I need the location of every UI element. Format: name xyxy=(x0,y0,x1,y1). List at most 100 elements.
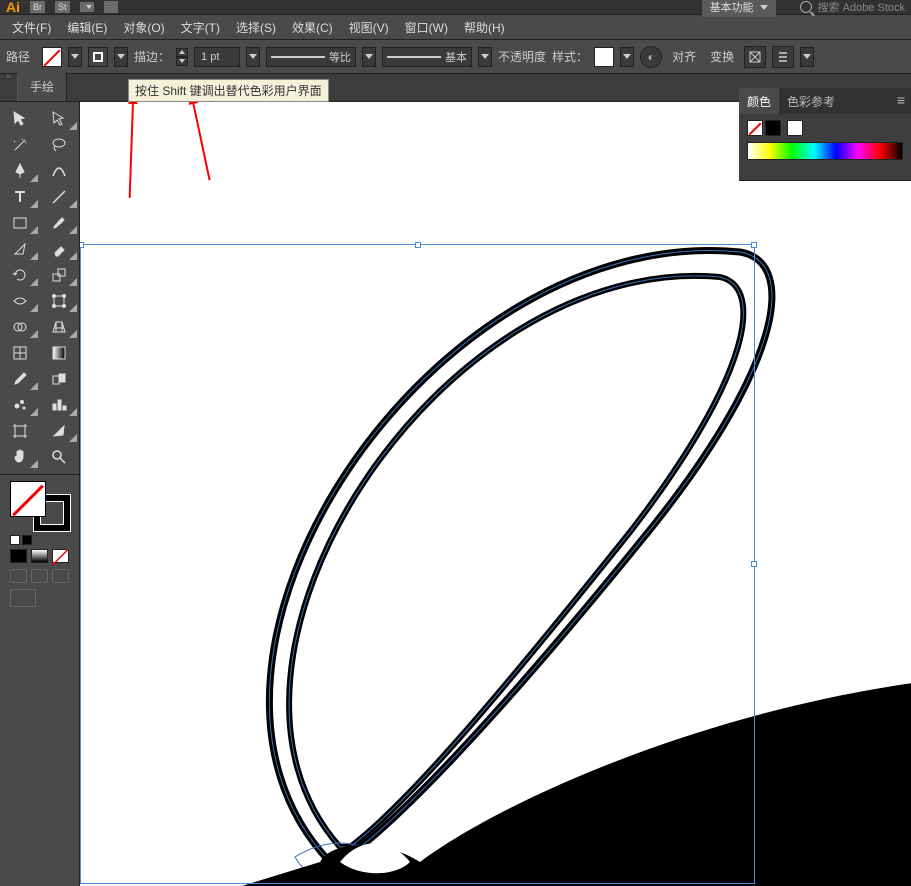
profile-label: 等比 xyxy=(329,49,351,65)
search-stock-field[interactable]: 搜索 Adobe Stock xyxy=(800,0,905,15)
hand-tool[interactable] xyxy=(0,444,40,470)
selection-handle[interactable] xyxy=(751,561,757,567)
selection-bounding-box[interactable] xyxy=(80,244,755,884)
brush-dropdown[interactable] xyxy=(478,47,492,67)
column-graph-tool[interactable] xyxy=(40,392,80,418)
draw-mode-row xyxy=(0,569,79,583)
stroke-weight-field[interactable]: 1 pt xyxy=(194,47,240,67)
stock-button[interactable]: St xyxy=(55,1,70,13)
panel-white-swatch[interactable] xyxy=(787,120,803,136)
fill-swatch[interactable] xyxy=(42,47,62,67)
color-mode-row xyxy=(0,549,79,563)
eraser-tool[interactable] xyxy=(40,236,80,262)
recolor-artwork-button[interactable]: ◐ xyxy=(640,46,662,68)
menu-object[interactable]: 对象(O) xyxy=(115,15,172,40)
gradient-tool[interactable] xyxy=(40,340,80,366)
opacity-label[interactable]: 不透明度 xyxy=(498,48,546,65)
menu-bar: 文件(F) 编辑(E) 对象(O) 文字(T) 选择(S) 效果(C) 视图(V… xyxy=(0,14,911,40)
panel-menu-icon[interactable]: ≡ xyxy=(891,88,911,114)
bridge-button[interactable]: Br xyxy=(30,1,45,13)
style-dropdown[interactable] xyxy=(620,47,634,67)
color-mode-none[interactable] xyxy=(52,549,69,563)
menu-edit[interactable]: 编辑(E) xyxy=(59,15,115,40)
color-mode-gradient[interactable] xyxy=(31,549,48,563)
swap-fill-stroke-icon[interactable] xyxy=(58,479,72,493)
curvature-tool[interactable] xyxy=(40,158,80,184)
menu-view[interactable]: 视图(V) xyxy=(341,15,397,40)
stroke-weight-stepper[interactable] xyxy=(176,48,188,66)
workspace-label: 基本功能 xyxy=(710,0,754,15)
panel-stroke-swatch[interactable] xyxy=(765,120,781,136)
free-transform-tool[interactable] xyxy=(40,288,80,314)
tab-color[interactable]: 颜色 xyxy=(739,88,779,114)
app-bar: Ai Br St 基本功能 搜索 Adobe Stock xyxy=(0,0,911,14)
menu-window[interactable]: 窗口(W) xyxy=(397,15,456,40)
transform-button[interactable]: 变换 xyxy=(706,46,738,67)
chevron-down-icon xyxy=(481,54,489,59)
selection-tool[interactable] xyxy=(0,106,40,132)
color-spectrum[interactable] xyxy=(747,142,903,160)
shaper-tool[interactable] xyxy=(0,236,40,262)
paintbrush-tool[interactable] xyxy=(40,210,80,236)
search-placeholder: 搜索 Adobe Stock xyxy=(818,0,905,15)
document-tab[interactable]: 手绘 xyxy=(18,72,67,101)
menu-file[interactable]: 文件(F) xyxy=(4,15,59,40)
menu-type[interactable]: 文字(T) xyxy=(173,15,228,40)
gpu-preview-icon[interactable] xyxy=(104,1,118,13)
rectangle-tool[interactable] xyxy=(0,210,40,236)
stroke-swatch[interactable] xyxy=(88,47,108,67)
chevron-down-icon xyxy=(71,54,79,59)
ruler-origin: “ xyxy=(0,74,18,101)
menu-help[interactable]: 帮助(H) xyxy=(456,15,513,40)
graphic-style-swatch[interactable] xyxy=(594,47,614,67)
stroke-weight-dropdown[interactable] xyxy=(246,47,260,67)
align-to-button[interactable] xyxy=(772,46,794,68)
lasso-tool[interactable] xyxy=(40,132,80,158)
profile-dropdown[interactable] xyxy=(362,47,376,67)
screen-mode-button[interactable] xyxy=(10,589,36,607)
align-button[interactable]: 对齐 xyxy=(668,46,700,67)
selection-handle[interactable] xyxy=(415,242,421,248)
draw-behind[interactable] xyxy=(31,569,48,583)
perspective-grid-tool[interactable] xyxy=(40,314,80,340)
direct-selection-tool[interactable] xyxy=(40,106,80,132)
slice-tool[interactable] xyxy=(40,418,80,444)
menu-effect[interactable]: 效果(C) xyxy=(284,15,341,40)
variable-width-profile[interactable]: 等比 xyxy=(266,47,356,67)
blend-tool[interactable] xyxy=(40,366,80,392)
default-fill-stroke-icon[interactable] xyxy=(10,535,32,545)
canvas[interactable] xyxy=(80,102,911,886)
type-tool[interactable] xyxy=(0,184,40,210)
selection-handle[interactable] xyxy=(751,242,757,248)
brush-definition[interactable]: 基本 xyxy=(382,47,472,67)
fill-stroke-indicator[interactable] xyxy=(10,481,70,531)
mesh-tool[interactable] xyxy=(0,340,40,366)
fill-color-box[interactable] xyxy=(10,481,46,517)
draw-normal[interactable] xyxy=(10,569,27,583)
line-segment-tool[interactable] xyxy=(40,184,80,210)
panel-fill-swatch[interactable] xyxy=(747,120,763,136)
shape-builder-tool[interactable] xyxy=(0,314,40,340)
isolate-button[interactable] xyxy=(744,46,766,68)
workspace-switcher[interactable]: 基本功能 xyxy=(702,0,776,17)
magic-wand-tool[interactable] xyxy=(0,132,40,158)
tab-color-guide[interactable]: 色彩参考 xyxy=(779,88,843,114)
artboard-tool[interactable] xyxy=(0,418,40,444)
rotate-tool[interactable] xyxy=(0,262,40,288)
fill-dropdown[interactable] xyxy=(68,47,82,67)
symbol-sprayer-tool[interactable] xyxy=(0,392,40,418)
pen-tool[interactable] xyxy=(0,158,40,184)
width-tool[interactable] xyxy=(0,288,40,314)
chevron-down-icon xyxy=(117,54,125,59)
selection-handle[interactable] xyxy=(80,242,84,248)
draw-inside[interactable] xyxy=(52,569,69,583)
eyedropper-tool[interactable] xyxy=(0,366,40,392)
menu-select[interactable]: 选择(S) xyxy=(228,15,284,40)
scale-tool[interactable] xyxy=(40,262,80,288)
more-options-dropdown[interactable] xyxy=(800,47,814,67)
zoom-tool[interactable] xyxy=(40,444,80,470)
chevron-down-icon xyxy=(760,5,768,10)
stroke-dropdown[interactable] xyxy=(114,47,128,67)
color-mode-solid[interactable] xyxy=(10,549,27,563)
arrange-documents-icon[interactable] xyxy=(80,2,94,12)
